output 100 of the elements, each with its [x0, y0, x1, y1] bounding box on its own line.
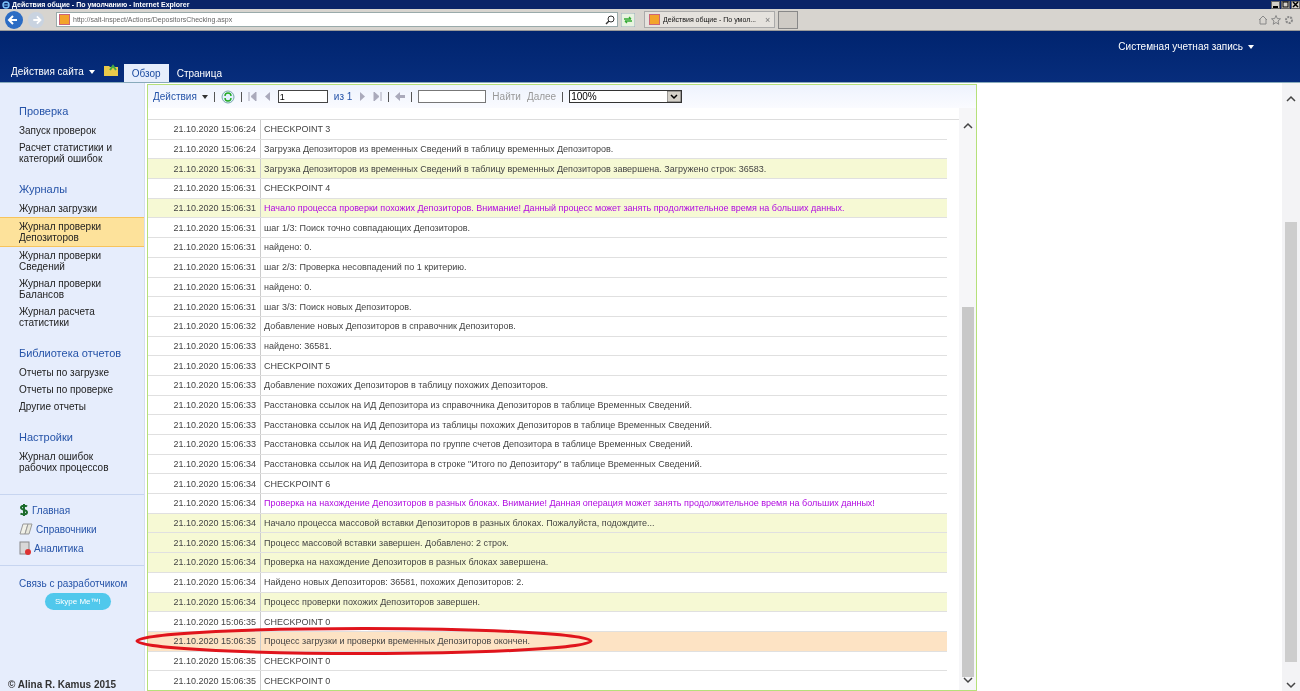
sidebar-item[interactable]: Другие отчеты [0, 398, 144, 415]
scroll-up-icon[interactable] [1286, 95, 1296, 102]
table-cell-text: Найдено новых Депозиторов: 36581, похожих Депозиторов: 2. [263, 577, 524, 588]
report-icon [19, 541, 31, 555]
close-tab-button[interactable]: × [765, 14, 771, 25]
refresh-icon[interactable] [621, 12, 635, 27]
close-icon [1292, 1, 1299, 8]
page-icon [649, 14, 660, 25]
star-icon[interactable] [1271, 14, 1281, 25]
maximize-button[interactable] [1281, 0, 1290, 9]
table-cell-text: найдено: 0. [263, 242, 312, 253]
table-cell-text: Расстановка ссылок на ИД Депозитора в строке "Итого по Депозитору" в таблице Временных Сведений. [263, 459, 703, 470]
sidebar-item[interactable]: Журнал проверки Балансов [0, 275, 144, 303]
table-cell-text: CHECKPOINT 6 [263, 478, 331, 489]
actions-menu[interactable]: Действия [153, 91, 208, 102]
sidebar-link[interactable]: Справочники [36, 523, 97, 535]
table-cell: 21.10.2020 15:06:31 [148, 277, 261, 297]
table-cell-text: CHECKPOINT 0 [263, 655, 331, 666]
table-cell: 21.10.2020 15:06:33 [148, 395, 261, 415]
find-field[interactable] [418, 90, 487, 103]
table-cell-text: Проверка на нахождение Депозиторов в разных блоках. Внимание! Данная операция может занять продолжительное время на больших данных! [263, 498, 875, 509]
scroll-down-icon[interactable] [1286, 682, 1296, 689]
ribbon-tab[interactable]: Страница [168, 64, 230, 82]
table-cell: 21.10.2020 15:06:33 [148, 375, 261, 395]
close-button[interactable] [1291, 0, 1300, 9]
table-cell-text: Расстановка ссылок на ИД Депозитора из таблицы похожих Депозиторов в таблице Временных Сведений. [263, 419, 713, 430]
zoom-dropdown[interactable]: 100% [569, 90, 683, 103]
sidebar-item[interactable]: Отчеты по проверке [0, 381, 144, 398]
previous-page-icon[interactable] [262, 92, 272, 101]
next-page-icon[interactable] [358, 92, 368, 101]
sidebar-heading[interactable]: Библиотека отчетов [0, 347, 144, 359]
scrollbar-thumb[interactable] [961, 307, 974, 677]
table-cell-text: CHECKPOINT 0 [263, 675, 331, 686]
page-scrollbar[interactable] [1282, 83, 1300, 691]
sidebar-item[interactable]: Расчет статистики и категорий ошибок [0, 139, 144, 167]
search-icon[interactable] [605, 14, 615, 25]
dropdown-arrow-icon [667, 91, 682, 102]
table-cell: 21.10.2020 15:06:35 [148, 631, 261, 651]
page-number-field[interactable]: 1 [277, 90, 328, 103]
sidebar-item[interactable]: Журнал проверки Сведений [0, 247, 144, 275]
sidebar-heading[interactable]: Журналы [0, 183, 144, 195]
table-cell-text: Загрузка Депозиторов из временных Сведений в таблицу временных Депозиторов завершена. Загружено строк: 36583. [263, 163, 767, 174]
sidebar-link[interactable]: Главная [32, 504, 71, 516]
table-cell-text: Проверка на нахождение Депозиторов в разных блоках завершена. [263, 557, 549, 568]
caret-icon [88, 70, 95, 75]
page-icon [59, 14, 70, 25]
table-cell-text: шаг 1/3: Поиск точно совпадающих Депозиторов. [263, 222, 470, 233]
table-cell-text: шаг 3/3: Поиск новых Депозиторов. [263, 301, 412, 312]
table-cell-text: Начало процесса проверки похожих Депозиторов. Внимание! Данный процесс может занять продолжительное время на больших данных. [263, 203, 845, 214]
settings-icon[interactable] [1284, 14, 1294, 25]
copyright-text: © Alina R. Kamus 2015 [7, 679, 118, 691]
new-tab-button[interactable] [778, 10, 799, 29]
ribbon-tab[interactable]: Обзор [123, 64, 169, 82]
contact-heading[interactable]: Связь с разработчиком [19, 578, 144, 589]
account-menu[interactable]: Системная учетная запись [1118, 40, 1254, 52]
last-page-icon[interactable] [373, 92, 383, 101]
table-cell: 21.10.2020 15:06:33 [148, 356, 261, 375]
table-cell-text: CHECKPOINT 0 [263, 616, 331, 627]
table-cell-text: Расстановка ссылок на ИД Депозитора по группе счетов Депозитора в таблице Временных Сведений. [263, 439, 693, 450]
sidebar-item[interactable]: Журнал проверки Депозиторов [0, 217, 144, 247]
folder-icon[interactable] [103, 64, 118, 76]
first-page-icon[interactable] [247, 92, 257, 101]
sidebar-heading[interactable]: Проверка [0, 105, 144, 117]
sidebar-link[interactable]: Аналитика [34, 542, 84, 554]
sidebar-item[interactable]: Отчеты по загрузке [0, 364, 144, 381]
page-count: из 1 [333, 91, 353, 102]
table-cell-text: Начало процесса массовой вставки Депозиторов в разных блоках. Пожалуйста, подождите... [263, 518, 655, 529]
sidebar-item[interactable]: Журнал загрузки [0, 200, 144, 217]
back-icon[interactable] [4, 9, 24, 30]
back-arrow-icon[interactable] [395, 92, 406, 101]
table-cell-text: шаг 2/3: Проверка несовпадений по 1 критерию. [263, 262, 467, 273]
site-actions-menu[interactable]: Действия сайта [11, 66, 95, 82]
minimize-button[interactable] [1271, 0, 1280, 9]
table-cell-text: найдено: 0. [263, 281, 312, 292]
table-cell: 21.10.2020 15:06:31 [148, 198, 261, 218]
table-cell: 21.10.2020 15:06:32 [148, 316, 261, 336]
sidebar-item[interactable]: Журнал ошибок рабочих процессов [0, 448, 144, 476]
table-cell: 21.10.2020 15:06:31 [148, 159, 261, 179]
scrollbar[interactable] [959, 108, 976, 690]
sidebar-heading[interactable]: Настройки [0, 431, 144, 443]
browser-logo-icon [2, 0, 10, 9]
table-cell: 21.10.2020 15:06:34 [148, 553, 261, 572]
home-icon[interactable] [1258, 14, 1268, 25]
table-cell-text: Добавление похожих Депозиторов в таблицу похожих Депозиторов. [263, 380, 548, 391]
table-cell-text: CHECKPOINT 5 [263, 360, 331, 371]
scroll-down-icon[interactable] [962, 677, 973, 684]
scrollbar-thumb[interactable] [1285, 222, 1297, 662]
sidebar-item[interactable]: Журнал расчета статистики [0, 303, 144, 331]
scroll-up-icon[interactable] [962, 122, 973, 129]
table-cell: 21.10.2020 15:06:34 [148, 592, 261, 612]
table-cell-text: Загрузка Депозиторов из временных Сведений в таблицу временных Депозиторов. [263, 144, 614, 155]
table-cell-text: CHECKPOINT 4 [263, 183, 331, 194]
refresh-icon[interactable] [220, 89, 235, 104]
table-cell: 21.10.2020 15:06:31 [148, 297, 261, 316]
book-icon [19, 522, 33, 536]
table-cell-text: CHECKPOINT 3 [263, 124, 331, 135]
table-cell: 21.10.2020 15:06:33 [148, 336, 261, 356]
sidebar-item[interactable]: Запуск проверок [0, 122, 144, 139]
table-cell-text: Добавление новых Депозиторов в справочник Депозиторов. [263, 321, 516, 332]
table-cell: 21.10.2020 15:06:35 [148, 612, 261, 631]
